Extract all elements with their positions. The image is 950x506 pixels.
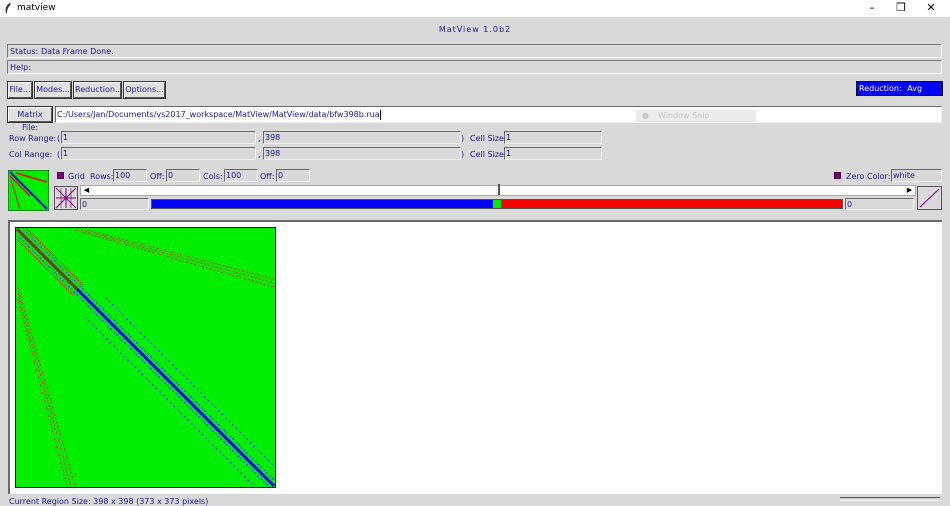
reduction-badge: Reduction: Avg: [856, 81, 943, 96]
reduction-badge-value: Avg: [907, 84, 923, 93]
grid-label: Grid: [68, 172, 85, 181]
close-icon[interactable]: ✕: [914, 0, 948, 17]
feather-icon: [5, 3, 11, 13]
row-range-end-input[interactable]: 398: [263, 131, 461, 144]
col-range-open: (: [57, 150, 61, 159]
reduction-badge-label: Reduction:: [859, 84, 902, 93]
col-range-end-input[interactable]: 398: [263, 147, 461, 160]
colorbar-positive-segment: [501, 200, 842, 208]
col-cell-size-input[interactable]: 1: [504, 147, 602, 160]
reduction-menu-button[interactable]: Reduction...: [73, 81, 123, 99]
row-cell-size-label: Cell Size:: [470, 134, 507, 143]
row-range-start-input[interactable]: 1: [61, 131, 256, 144]
grid-row-off-label: Off:: [150, 172, 165, 181]
status-label: Status:: [10, 47, 39, 56]
colormap-slider[interactable]: ◀ ▶: [80, 184, 916, 196]
colorbar-negative-segment: [152, 200, 493, 208]
grid-row-off-input[interactable]: 0: [166, 169, 200, 182]
app-title: MatView 1.0b2: [438, 25, 512, 34]
grid-cols-input[interactable]: 100: [224, 169, 258, 182]
col-range-start-input[interactable]: 1: [61, 147, 256, 160]
matrix-file-path: C:/Users/Jan/Documents/vs2017_workspace/…: [57, 110, 380, 119]
row-range-close: ): [461, 134, 465, 143]
grid-cols-label: Cols:: [203, 172, 223, 181]
window-snip-overlay[interactable]: ● Window Snip: [636, 110, 756, 122]
restore-icon[interactable]: ❐: [884, 0, 918, 17]
help-bar: Help:: [7, 60, 942, 74]
row-range-label: Row Range:: [9, 134, 57, 143]
col-range-close: ): [461, 150, 465, 159]
grid-rows-input[interactable]: 100: [113, 169, 147, 182]
col-range-sep: ,: [258, 150, 261, 159]
current-region-size: Current Region Size: 398 x 398 (373 x 37…: [9, 497, 209, 506]
grid-toggle[interactable]: [57, 172, 64, 179]
diagonal-view-icon[interactable]: [917, 186, 942, 210]
matrix-file-input[interactable]: C:/Users/Jan/Documents/vs2017_workspace/…: [55, 106, 942, 123]
snip-icon: ●: [642, 111, 649, 120]
grid-col-off-input[interactable]: 0: [276, 169, 310, 182]
colorbar-zero-segment: [493, 200, 501, 208]
row-cell-size-input[interactable]: 1: [504, 131, 602, 144]
text-cursor: [379, 109, 381, 120]
slider-left-arrow-icon[interactable]: ◀: [82, 186, 91, 195]
matrix-display-area[interactable]: [8, 220, 942, 494]
matrix-thumbnail[interactable]: [8, 170, 49, 211]
zero-color-label: Zero Color:: [846, 172, 891, 181]
status-text: Data Frame Done.: [41, 47, 114, 56]
grid-col-off-label: Off:: [260, 172, 275, 181]
row-range-sep: ,: [258, 134, 261, 143]
status-bar: Status: Data Frame Done.: [7, 44, 942, 58]
footer-separator: [840, 497, 940, 501]
slider-thumb[interactable]: [498, 184, 500, 195]
slider-right-arrow-icon[interactable]: ▶: [905, 186, 914, 195]
col-cell-size-label: Cell Size:: [470, 150, 507, 159]
file-menu-button[interactable]: File...: [7, 81, 33, 99]
grid-rows-label: Rows:: [90, 172, 114, 181]
colorbar: [151, 199, 843, 209]
help-label: Help:: [10, 63, 31, 72]
col-range-label: Col Range:: [9, 150, 53, 159]
row-range-open: (: [57, 134, 61, 143]
window-title: matview: [17, 3, 56, 13]
window-snip-label: Window Snip: [658, 111, 710, 120]
colorbar-max-value[interactable]: 0: [845, 198, 914, 210]
modes-menu-button[interactable]: Modes...: [34, 81, 72, 99]
grid-pattern-icon[interactable]: [54, 186, 78, 210]
zero-color-toggle[interactable]: [834, 172, 841, 179]
colorbar-min-value[interactable]: 0: [80, 198, 149, 210]
zero-color-input[interactable]: white: [891, 169, 942, 182]
window-titlebar: matview: [0, 0, 950, 17]
options-menu-button[interactable]: Options...: [123, 81, 166, 99]
matrix-file-button[interactable]: Matrix File:: [7, 106, 53, 132]
matrix-plot[interactable]: [15, 227, 276, 488]
